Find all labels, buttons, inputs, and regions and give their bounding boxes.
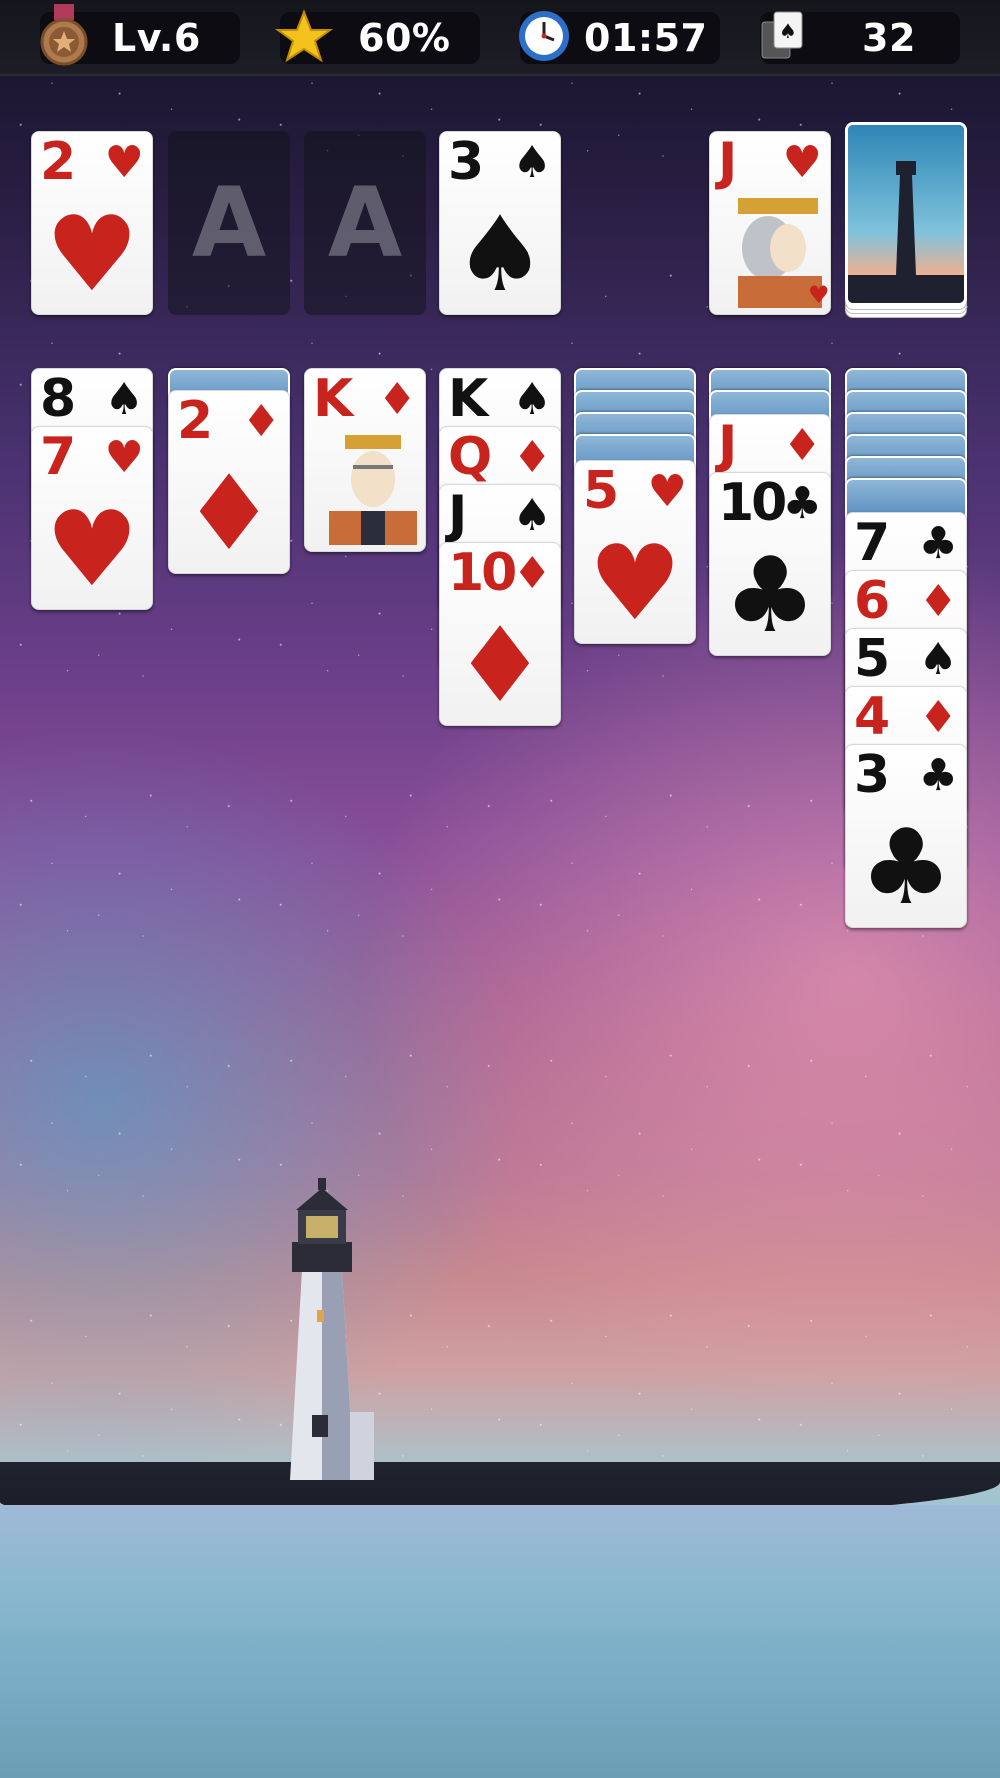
card-suit: ♣: [782, 478, 822, 529]
card-rank: J: [718, 415, 737, 475]
jack-portrait-icon: ♥: [738, 198, 828, 308]
card-suit: ♦: [782, 420, 822, 471]
card-rank: 6: [854, 571, 890, 631]
card-rank: 7: [40, 427, 76, 487]
card-suit: ♣: [918, 518, 958, 569]
card-suit-large: ♦: [182, 452, 276, 574]
level-value: Lv.6: [112, 16, 201, 60]
card-rank: 5: [854, 629, 890, 689]
tableau-card-5-hearts[interactable]: 5 ♥ ♥: [574, 460, 696, 644]
card-suit: ♦: [918, 576, 958, 627]
card-suit-large: ♣: [723, 534, 817, 656]
slot-label: A: [327, 167, 403, 279]
clock-icon: [519, 11, 569, 61]
tableau-card-3-clubs[interactable]: 3 ♣ ♣: [845, 744, 967, 928]
card-suit: ♦: [918, 692, 958, 743]
slot-label: A: [191, 167, 267, 279]
moves-indicator: ♠ 32: [760, 11, 960, 64]
moves-value: 32: [862, 16, 916, 60]
card-rank: 3: [448, 132, 484, 192]
card-suit: ♠: [512, 374, 552, 425]
card-rank: 8: [40, 369, 76, 429]
card-suit: ♥: [104, 137, 144, 188]
card-stack-icon: ♠: [761, 11, 803, 59]
score-indicator: 60%: [274, 9, 480, 64]
star-icon: [274, 9, 334, 63]
card-suit: ♦: [512, 432, 552, 483]
card-suit: ♠: [918, 634, 958, 685]
tableau-card-7-hearts[interactable]: 7 ♥ ♥: [31, 426, 153, 610]
card-rank: K: [448, 369, 488, 429]
card-suit: ♦: [377, 374, 417, 425]
tableau-card-king-diamonds[interactable]: K ♦: [304, 368, 426, 552]
waste-card-jack-hearts[interactable]: J ♥ ♥: [709, 131, 831, 315]
card-rank: 3: [854, 745, 890, 805]
score-value: 60%: [358, 16, 451, 60]
card-suit: ♦: [512, 548, 552, 599]
card-rank: 4: [854, 687, 890, 747]
card-rank: 2: [177, 391, 213, 451]
lighthouse-card-back-icon: [848, 125, 964, 303]
status-bar: Lv.6 60% 01:57 ♠ 32: [0, 0, 1000, 76]
card-rank: 7: [854, 513, 890, 573]
stock-card-back: [845, 122, 967, 306]
foundation-empty-slot-2[interactable]: A: [168, 131, 290, 315]
svg-text:♠: ♠: [779, 19, 797, 43]
card-rank: J: [718, 132, 737, 192]
timer: 01:57: [519, 11, 720, 64]
svg-text:♥: ♥: [808, 281, 828, 308]
timer-value: 01:57: [584, 16, 708, 60]
card-suit-large: ♦: [453, 604, 547, 726]
card-rank: Q: [448, 427, 492, 487]
foundation-empty-slot-3[interactable]: A: [304, 131, 426, 315]
card-suit-large: ♣: [859, 806, 953, 928]
foundation-card-3-spades[interactable]: 3 ♠ ♠: [439, 131, 561, 315]
card-suit: ♥: [647, 466, 687, 517]
card-suit: ♠: [512, 490, 552, 541]
card-rank: K: [313, 369, 353, 429]
card-suit-large: ♥: [45, 488, 139, 610]
card-rank: 10: [448, 543, 517, 603]
stock-pile[interactable]: [845, 122, 967, 318]
tableau-card-10-diamonds[interactable]: 10 ♦ ♦: [439, 542, 561, 726]
card-suit-large: ♥: [588, 522, 682, 644]
card-suit: ♥: [782, 137, 822, 188]
card-rank: 5: [583, 461, 619, 521]
medal-icon: [40, 4, 88, 66]
tableau-card-10-clubs[interactable]: 10 ♣ ♣: [709, 472, 831, 656]
card-suit-large: ♥: [45, 193, 139, 315]
card-suit: ♠: [104, 374, 144, 425]
tableau-card-2-diamonds[interactable]: 2 ♦ ♦: [168, 390, 290, 574]
card-rank: 10: [718, 473, 787, 533]
card-suit: ♣: [918, 750, 958, 801]
card-suit: ♦: [241, 396, 281, 447]
foundation-card-2-hearts[interactable]: 2 ♥ ♥: [31, 131, 153, 315]
card-suit: ♠: [512, 137, 552, 188]
sea: [0, 1505, 1000, 1778]
card-rank: J: [448, 485, 467, 545]
card-suit: ♥: [104, 432, 144, 483]
level-indicator: Lv.6: [40, 4, 240, 66]
king-portrait-icon: [329, 435, 417, 545]
card-rank: 2: [40, 132, 76, 192]
lighthouse-illustration: [290, 1178, 374, 1480]
card-suit-large: ♠: [453, 193, 547, 315]
